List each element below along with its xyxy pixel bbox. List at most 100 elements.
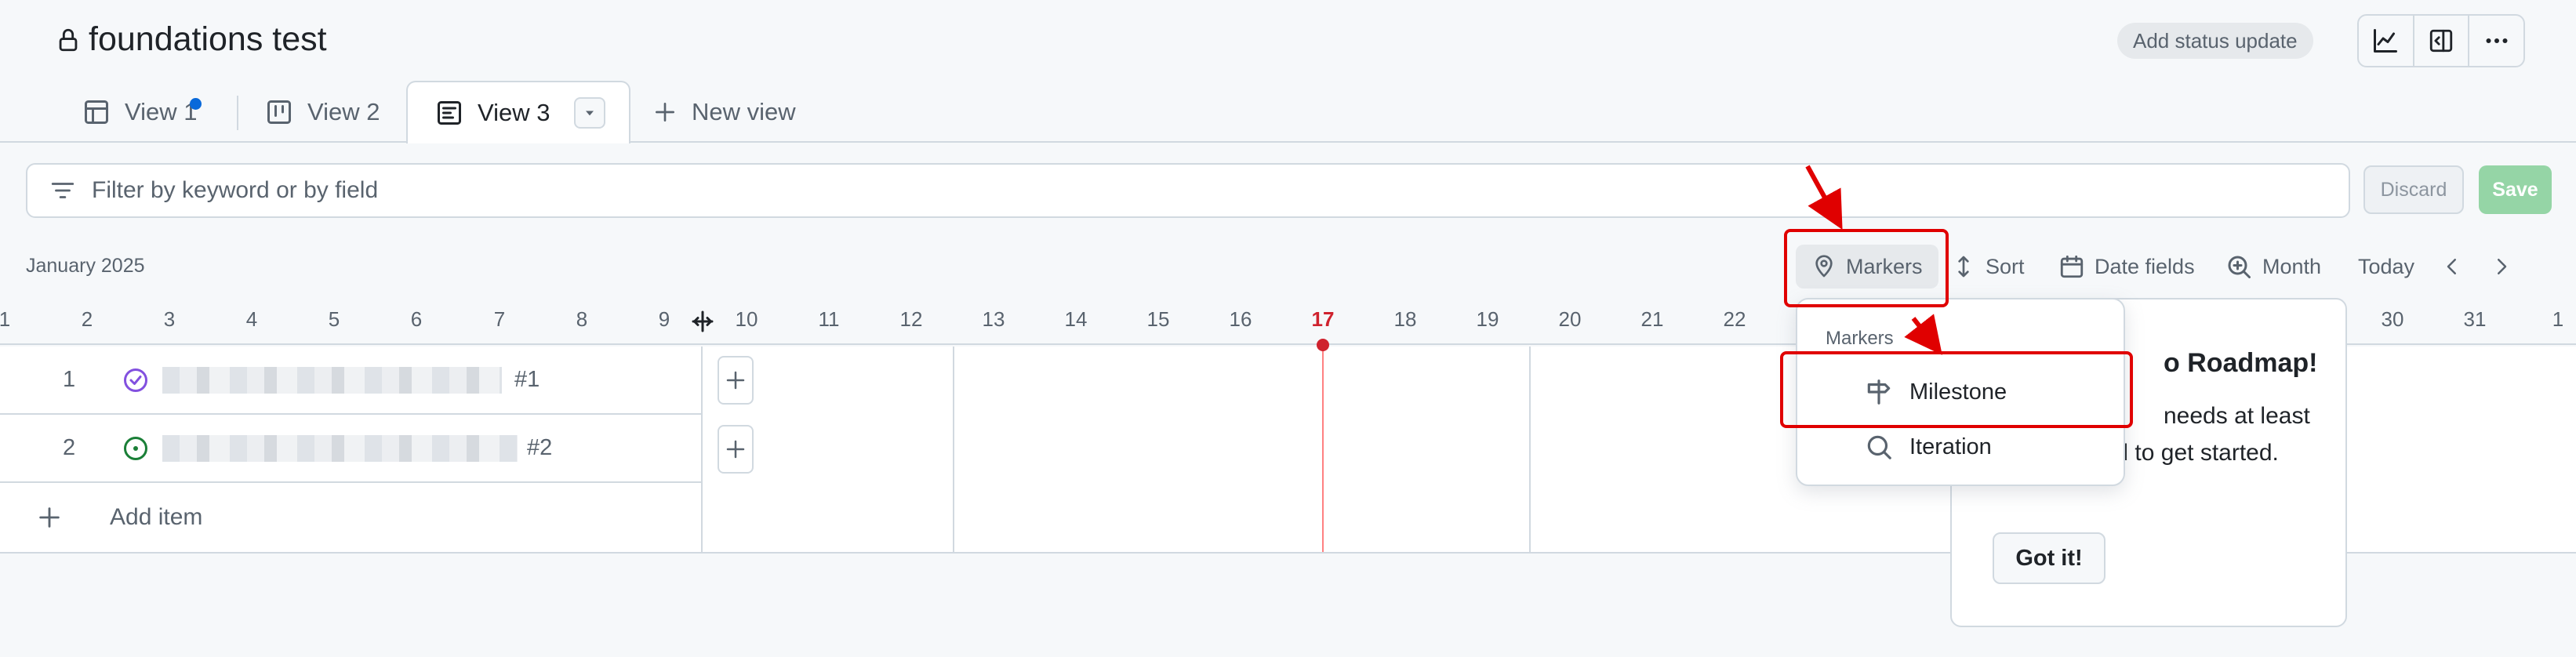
unsaved-changes-dot — [190, 98, 202, 110]
header-tools — [2357, 14, 2525, 67]
side-panel-button[interactable] — [2414, 16, 2470, 66]
drag-handle-icon[interactable] — [689, 307, 717, 336]
highlight-milestone — [1780, 351, 2133, 428]
today-marker — [1317, 339, 1329, 351]
current-month-label: January 2025 — [26, 255, 145, 277]
zoom-in-icon — [2228, 256, 2251, 278]
add-status-update-button[interactable]: Add status update — [2117, 23, 2313, 59]
menu-heading: Markers — [1826, 328, 1894, 349]
week-divider — [1529, 347, 1531, 552]
sort-icon — [1958, 256, 1969, 278]
plus-icon — [39, 507, 60, 528]
roadmap-icon — [438, 101, 461, 125]
row-number: 2 — [63, 435, 76, 460]
lock-icon — [59, 28, 78, 52]
plus-icon — [726, 371, 745, 390]
day-label: 21 — [1640, 307, 1664, 331]
day-label: 22 — [1723, 307, 1746, 331]
sort-label: Sort — [1986, 254, 2025, 278]
plus-icon — [656, 102, 674, 122]
redacted-title — [162, 434, 518, 462]
got-it-button[interactable]: Got it! — [1993, 532, 2105, 584]
kebab-horizontal-icon — [2486, 38, 2508, 43]
day-label: 12 — [899, 307, 923, 331]
add-item-label: Add item — [110, 504, 203, 530]
table-row[interactable]: 1 #1 — [0, 347, 703, 415]
next-button[interactable] — [2490, 245, 2523, 289]
filter-placeholder: Filter by keyword or by field — [92, 177, 379, 203]
zoom-label: Month — [2262, 254, 2322, 278]
onboarding-heading: o Roadmap! — [2164, 348, 2318, 378]
table-row[interactable]: 2 #2 — [0, 415, 703, 483]
issue-number[interactable]: #1 — [514, 367, 540, 393]
day-label: 16 — [1229, 307, 1252, 331]
redacted-title — [162, 366, 502, 394]
insights-button[interactable] — [2359, 16, 2414, 66]
week-divider — [953, 347, 954, 552]
day-label: 14 — [1064, 307, 1088, 331]
issue-open-icon — [124, 436, 147, 460]
today-day-label: 17 — [1311, 307, 1335, 331]
tab-separator — [237, 96, 238, 130]
add-date-button[interactable] — [718, 356, 754, 405]
menu-item-label: Iteration — [1909, 434, 1992, 459]
table-icon — [85, 100, 108, 124]
more-options-button[interactable] — [2469, 16, 2523, 66]
discard-button[interactable]: Discard — [2363, 165, 2464, 214]
zoom-button[interactable]: Month — [2225, 245, 2321, 289]
tab-label: View 1 — [125, 97, 198, 125]
chevron-left-icon — [2447, 259, 2456, 274]
day-label: 5 — [328, 307, 340, 331]
items-pane: 1 #1 2 #2 Add item — [0, 347, 703, 552]
today-line — [1322, 343, 1324, 552]
add-item-row[interactable]: Add item — [0, 483, 703, 552]
day-label: 19 — [1476, 307, 1499, 331]
tabs-divider — [0, 141, 2576, 143]
day-label: 1 — [0, 307, 11, 331]
sort-button[interactable]: Sort — [1951, 245, 2025, 289]
issue-number[interactable]: #2 — [527, 435, 552, 461]
day-label: 30 — [2381, 307, 2404, 331]
day-label: 15 — [1146, 307, 1170, 331]
previous-button[interactable] — [2440, 245, 2473, 289]
save-button[interactable]: Save — [2479, 165, 2552, 214]
date-fields-label: Date fields — [2095, 254, 2195, 278]
board-icon — [267, 100, 291, 124]
tab-label: View 3 — [478, 99, 550, 126]
add-date-button[interactable] — [718, 425, 754, 474]
day-label: 10 — [735, 307, 758, 331]
menu-item-iteration[interactable]: Iteration — [1864, 427, 1992, 466]
chart-icon — [2374, 29, 2398, 53]
day-label: 3 — [163, 307, 176, 331]
new-view-label: New view — [692, 97, 796, 125]
today-button[interactable]: Today — [2358, 245, 2414, 289]
iteration-icon — [1867, 435, 1891, 459]
tab-label: View 2 — [307, 97, 380, 125]
filter-icon — [51, 183, 74, 198]
date-fields-button[interactable]: Date fields — [2058, 245, 2195, 289]
new-view-button[interactable]: New view — [652, 81, 796, 143]
day-label: 31 — [2463, 307, 2487, 331]
day-label: 18 — [1393, 307, 1417, 331]
row-number: 1 — [63, 367, 76, 392]
issue-closed-icon — [124, 368, 147, 392]
tab-view-3[interactable]: View 3 — [406, 81, 630, 143]
day-label: 7 — [493, 307, 506, 331]
day-label: 6 — [410, 307, 423, 331]
chevron-right-icon — [2498, 259, 2507, 274]
day-label: 13 — [982, 307, 1005, 331]
day-label: 11 — [818, 307, 840, 331]
day-label: 1 — [2552, 307, 2564, 331]
day-label: 20 — [1558, 307, 1582, 331]
tab-view-1[interactable]: View 1 — [82, 81, 202, 143]
day-label: 8 — [576, 307, 588, 331]
view-options-button[interactable] — [573, 97, 605, 129]
page-title: foundations test — [89, 20, 327, 58]
day-label: 9 — [658, 307, 670, 331]
tab-view-2[interactable]: View 2 — [265, 81, 380, 143]
calendar-icon — [2060, 255, 2084, 278]
filter-input[interactable]: Filter by keyword or by field — [26, 163, 2350, 218]
day-label: 4 — [245, 307, 258, 331]
day-label: 2 — [81, 307, 93, 331]
highlight-markers — [1784, 229, 1949, 307]
